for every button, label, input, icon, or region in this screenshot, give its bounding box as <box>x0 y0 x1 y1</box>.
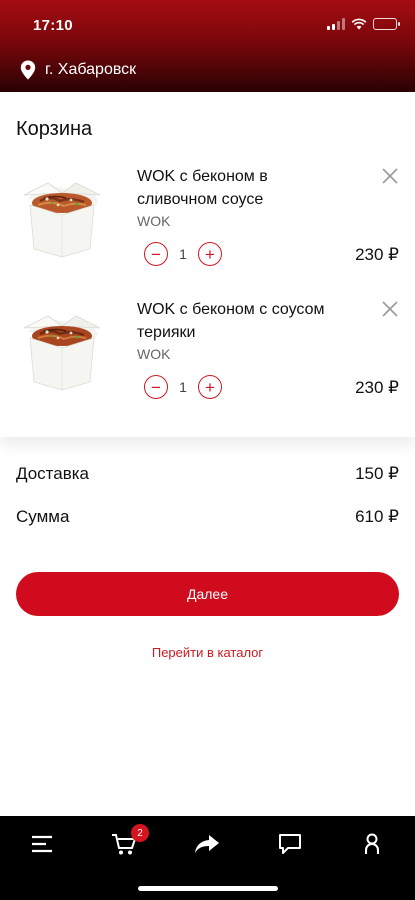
location-city: г. Хабаровск <box>45 61 137 78</box>
item-quantity: 1 <box>179 246 187 262</box>
total-value: 610 ₽ <box>355 507 399 526</box>
item-category: WOK <box>137 213 171 229</box>
cart-item: WOK с беконом с соусом терияки WOK − 1 +… <box>0 298 415 428</box>
wifi-icon <box>351 18 367 30</box>
item-name: WOK с беконом с соусом терияки <box>137 301 325 341</box>
share-icon[interactable] <box>193 830 221 858</box>
location-selector[interactable]: г. Хабаровск <box>20 60 136 80</box>
home-indicator <box>138 886 278 891</box>
cart-count-badge: 2 <box>131 824 149 842</box>
next-button[interactable]: Далее <box>16 572 399 616</box>
decrease-quantity-button[interactable]: − <box>144 242 168 266</box>
total-label: Сумма <box>16 507 70 526</box>
delivery-value: 150 ₽ <box>355 464 399 483</box>
item-price: 230 ₽ <box>355 378 399 397</box>
chat-icon[interactable] <box>276 830 304 858</box>
item-name: WOK с беконом в сливочном соусе <box>137 168 268 208</box>
app-header: 17:10 г. Хабаровск <box>0 0 415 92</box>
decrease-quantity-button[interactable]: − <box>144 375 168 399</box>
delivery-label: Доставка <box>16 464 90 483</box>
battery-icon <box>373 18 400 30</box>
item-price: 230 ₽ <box>355 245 399 264</box>
item-quantity: 1 <box>179 379 187 395</box>
page-title: Корзина <box>16 118 93 140</box>
status-icons <box>327 18 400 30</box>
remove-item-close-icon[interactable] <box>381 300 399 318</box>
product-image <box>23 315 101 391</box>
delivery-row: Доставка 150 ₽ <box>16 464 399 484</box>
cellular-signal-icon <box>327 18 345 30</box>
quantity-stepper: − 1 + <box>144 242 222 266</box>
product-image <box>23 182 101 258</box>
quantity-stepper: − 1 + <box>144 375 222 399</box>
status-bar: 17:10 <box>0 0 415 50</box>
cart-item: WOK с беконом в сливочном соусе WOK − 1 … <box>0 165 415 295</box>
total-row: Сумма 610 ₽ <box>16 507 399 527</box>
go-to-catalog-link[interactable]: Перейти в каталог <box>0 645 415 660</box>
remove-item-close-icon[interactable] <box>381 167 399 185</box>
item-category: WOK <box>137 346 171 362</box>
status-time: 17:10 <box>33 17 73 34</box>
increase-quantity-button[interactable]: + <box>198 242 222 266</box>
profile-icon[interactable] <box>358 830 386 858</box>
increase-quantity-button[interactable]: + <box>198 375 222 399</box>
menu-icon[interactable] <box>28 830 56 858</box>
map-pin-icon <box>20 60 36 80</box>
